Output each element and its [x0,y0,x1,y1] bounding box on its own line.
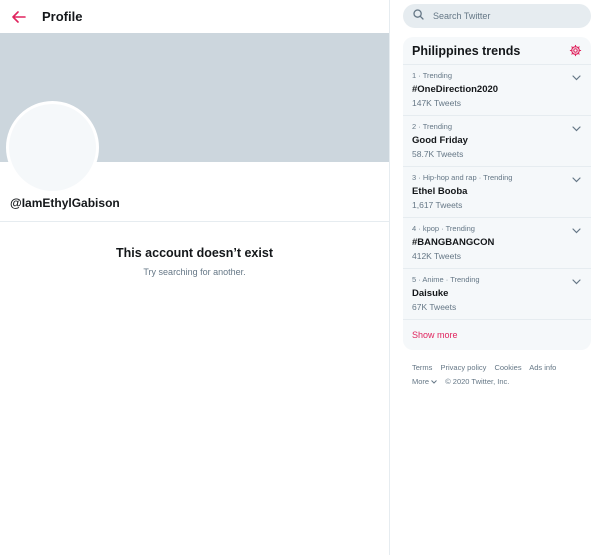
trend-meta: 3 · Hip-hop and rap · Trending [412,173,513,182]
trend-count: 1,617 Tweets [412,200,463,210]
footer-cookies-link[interactable]: Cookies [494,363,521,372]
avatar [6,101,99,194]
trend-count: 147K Tweets [412,98,461,108]
trend-meta: 1 · Trending [412,71,453,80]
chevron-down-icon[interactable] [571,73,581,83]
trend-name: #OneDirection2020 [412,84,499,95]
trend-item[interactable]: 5 · Anime · Trending Daisuke 67K Tweets [403,269,591,320]
footer-terms-link[interactable]: Terms [412,363,432,372]
chevron-down-icon[interactable] [571,124,581,134]
footer-more-button[interactable]: More [412,377,437,386]
trend-meta: 4 · kpop · Trending [412,224,475,233]
chevron-down-icon[interactable] [571,226,581,236]
trend-item[interactable]: 1 · Trending #OneDirection2020 147K Twee… [403,65,591,116]
gear-icon[interactable] [568,44,582,58]
trend-item[interactable]: 4 · kpop · Trending #BANGBANGCON 412K Tw… [403,218,591,269]
trends-title: Philippines trends [412,43,521,58]
page-title: Profile [42,9,83,24]
search-icon [413,7,424,25]
profile-header: Profile [0,0,389,33]
footer-links: Terms Privacy policy Cookies Ads info Mo… [412,361,592,389]
empty-state-subtitle: Try searching for another. [143,267,246,277]
footer-ads-link[interactable]: Ads info [529,363,556,372]
trend-name: #BANGBANGCON [412,237,495,248]
main-column: Profile @IamEthylGabison This account do… [0,0,390,555]
chevron-down-icon[interactable] [571,277,581,287]
profile-handle: @IamEthylGabison [10,196,120,210]
trends-panel: Philippines trends 1 · Trending #OneDire… [403,37,591,350]
trend-name: Ethel Booba [412,186,468,197]
back-arrow-icon[interactable] [10,8,28,26]
copyright-text: © 2020 Twitter, Inc. [445,377,510,386]
divider [0,221,389,222]
trend-count: 67K Tweets [412,302,457,312]
footer-privacy-link[interactable]: Privacy policy [441,363,487,372]
trend-item[interactable]: 3 · Hip-hop and rap · Trending Ethel Boo… [403,167,591,218]
trend-count: 58.7K Tweets [412,149,464,159]
chevron-down-icon[interactable] [571,175,581,185]
trend-item[interactable]: 2 · Trending Good Friday 58.7K Tweets [403,116,591,167]
trend-count: 412K Tweets [412,251,461,261]
empty-state-title: This account doesn’t exist [116,246,273,260]
trend-name: Good Friday [412,135,468,146]
search-input[interactable] [433,11,573,21]
trend-meta: 5 · Anime · Trending [412,275,480,284]
search-box[interactable] [403,4,591,28]
trends-header: Philippines trends [403,37,591,65]
footer-more-label: More [412,377,430,386]
chevron-down-icon [431,380,437,384]
trend-name: Daisuke [412,288,449,299]
trend-meta: 2 · Trending [412,122,453,131]
show-more-link[interactable]: Show more [403,320,591,340]
